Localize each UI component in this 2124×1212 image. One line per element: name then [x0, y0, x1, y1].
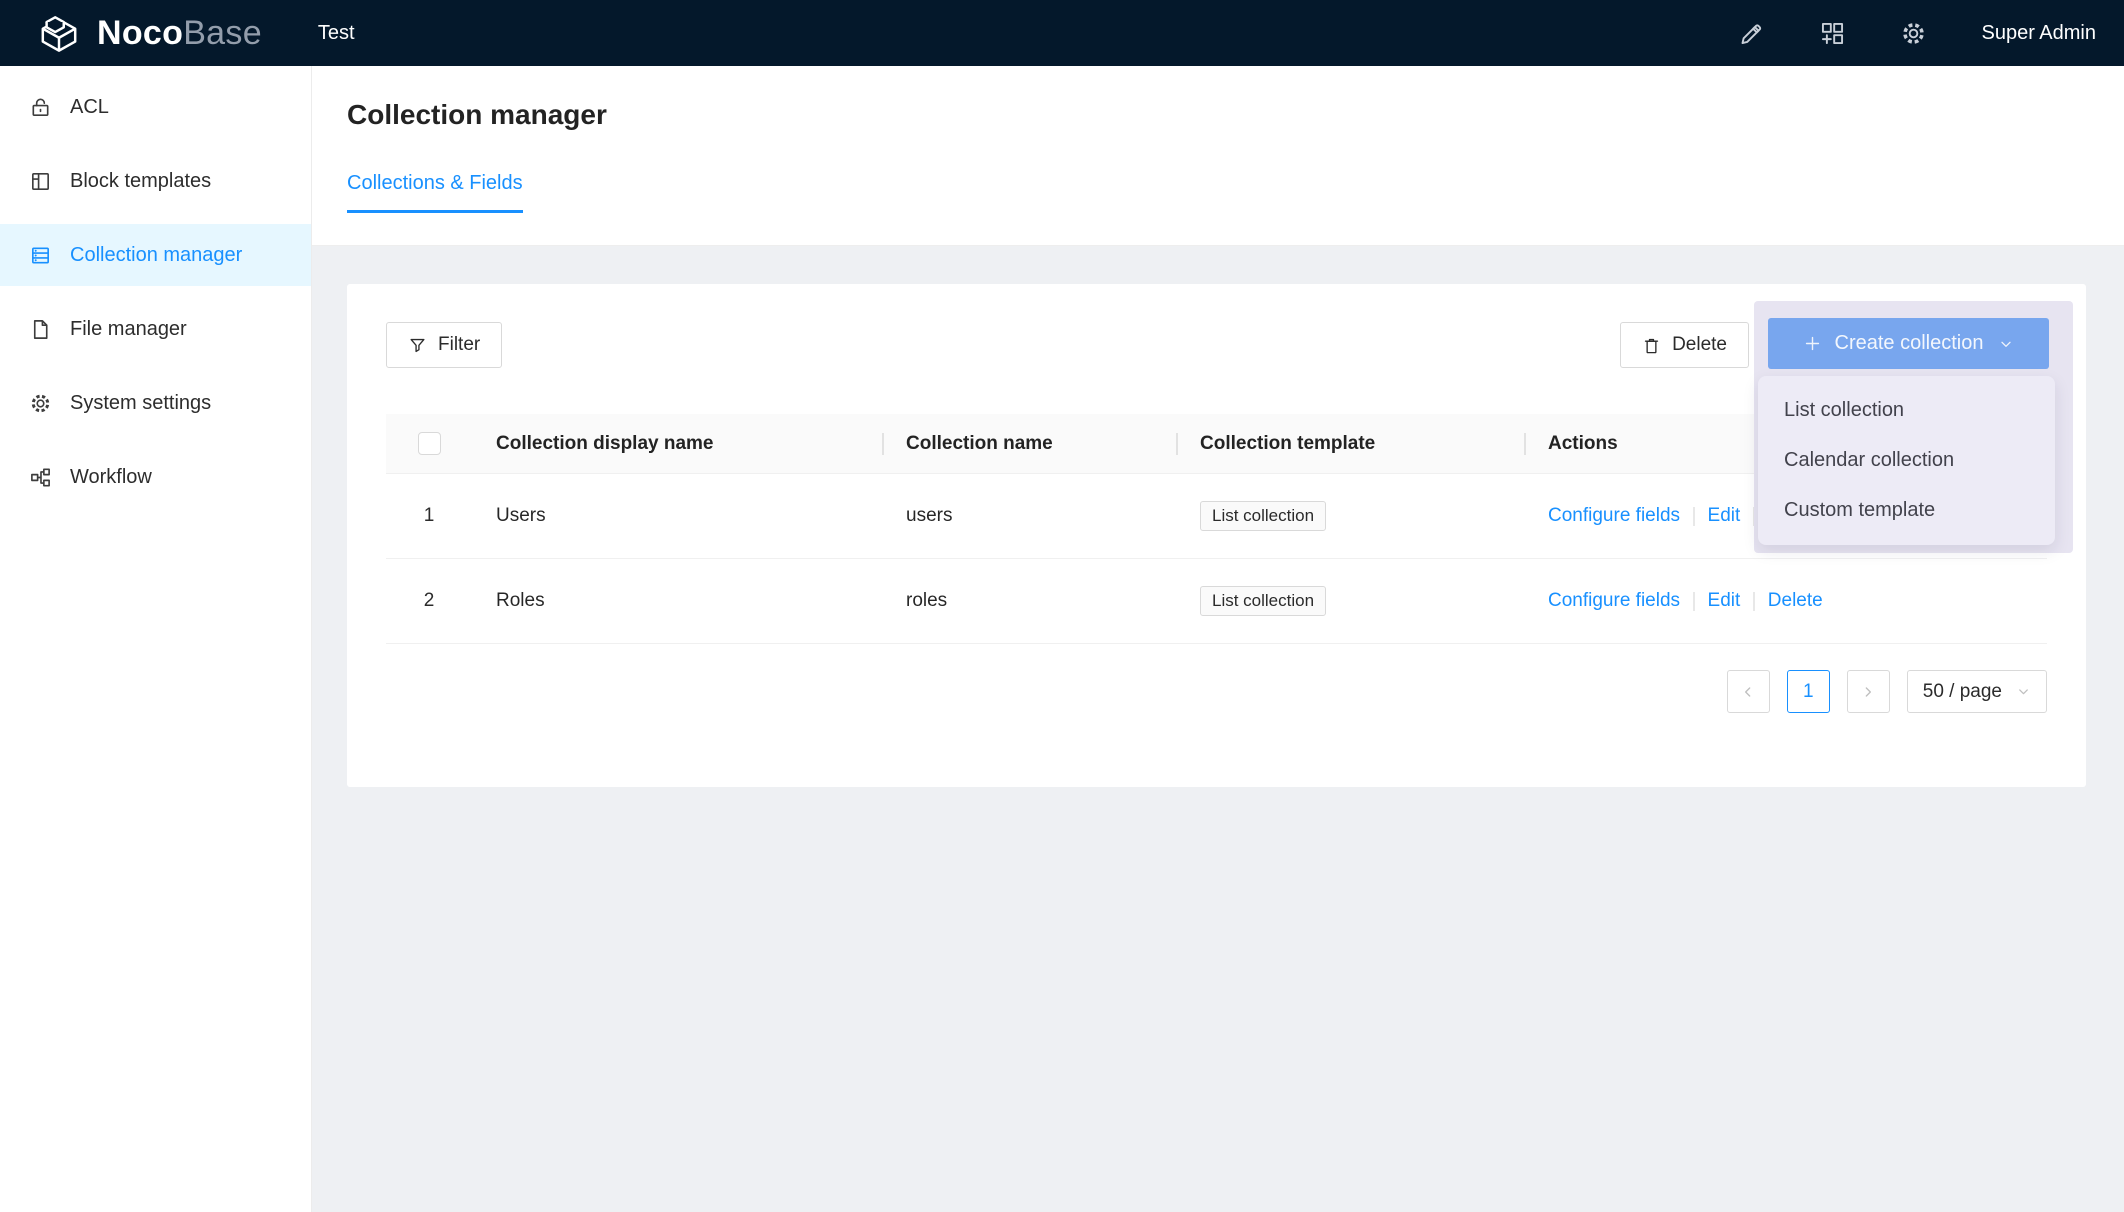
- create-collection-label: Create collection: [1835, 332, 1984, 355]
- trash-icon: [1642, 336, 1661, 355]
- sidebar-item-acl[interactable]: ACL: [0, 76, 311, 138]
- sidebar-item-label: ACL: [70, 96, 109, 119]
- user-menu[interactable]: Super Admin: [1981, 22, 2096, 45]
- sidebar-item-label: Collection manager: [70, 244, 242, 267]
- chevron-down-icon: [2016, 684, 2031, 699]
- chevron-down-icon: [1998, 336, 2014, 352]
- top-navbar: NocoBase Test: [0, 0, 2124, 66]
- create-collection-menu: List collection Calendar collection Cust…: [1758, 376, 2055, 545]
- filter-button[interactable]: Filter: [386, 322, 502, 368]
- cell-collection-name: users: [882, 505, 1176, 527]
- cell-collection-name: roles: [882, 590, 1176, 612]
- row-index: 1: [386, 505, 472, 527]
- page-header: Collection manager Collections & Fields: [312, 66, 2124, 246]
- plus-icon: [1803, 334, 1822, 353]
- cell-display-name: Roles: [472, 590, 882, 612]
- select-all-checkbox[interactable]: [418, 432, 441, 455]
- configure-fields-link[interactable]: Configure fields: [1548, 505, 1680, 527]
- chevron-left-icon: [1740, 684, 1756, 700]
- settings-gear-icon[interactable]: [1900, 20, 1927, 47]
- brand[interactable]: NocoBase: [0, 13, 262, 53]
- sidebar-item-file-manager[interactable]: File manager: [0, 298, 311, 360]
- page-title: Collection manager: [347, 99, 2124, 131]
- file-icon: [29, 318, 52, 341]
- highlighter-icon[interactable]: [1738, 20, 1765, 47]
- sidebar-item-collection-manager[interactable]: Collection manager: [0, 224, 311, 286]
- page-size-select[interactable]: 50 / page: [1907, 670, 2047, 713]
- page-size-value: 50 / page: [1923, 681, 2002, 703]
- sidebar-item-block-templates[interactable]: Block templates: [0, 150, 311, 212]
- sidebar-item-label: File manager: [70, 318, 187, 341]
- delete-button[interactable]: Delete: [1620, 322, 1749, 368]
- pagination: 1 50 / page: [386, 670, 2047, 713]
- collection-template-tag: List collection: [1200, 586, 1326, 616]
- action-divider: [1693, 507, 1695, 526]
- row-actions: Configure fields Edit Delete: [1548, 590, 1823, 612]
- collections-icon: [29, 244, 52, 267]
- menu-item-calendar-collection[interactable]: Calendar collection: [1758, 435, 2055, 485]
- create-collection-button[interactable]: Create collection: [1768, 318, 2049, 369]
- column-header-display-name: Collection display name: [472, 433, 882, 455]
- tab-collections-and-fields[interactable]: Collections & Fields: [347, 172, 523, 213]
- filter-icon: [408, 336, 427, 355]
- action-divider: [1693, 592, 1695, 611]
- main-content: Collection manager Collections & Fields …: [312, 66, 2124, 1212]
- configure-fields-link[interactable]: Configure fields: [1548, 590, 1680, 612]
- prev-page-button[interactable]: [1727, 670, 1770, 713]
- gear-icon: [29, 392, 52, 415]
- column-header-name: Collection name: [882, 433, 1176, 455]
- layout-icon: [29, 170, 52, 193]
- column-header-template: Collection template: [1176, 433, 1524, 455]
- menu-item-custom-template[interactable]: Custom template: [1758, 485, 2055, 535]
- sidebar-item-label: Block templates: [70, 170, 211, 193]
- brand-wordmark: NocoBase: [97, 16, 262, 50]
- nocobase-logo-icon: [36, 13, 82, 53]
- tabs-bar: Collections & Fields: [347, 172, 2124, 213]
- sidebar-item-system-settings[interactable]: System settings: [0, 372, 311, 434]
- delete-link[interactable]: Delete: [1768, 590, 1823, 612]
- sidebar-item-workflow[interactable]: Workflow: [0, 446, 311, 508]
- next-page-button[interactable]: [1847, 670, 1890, 713]
- sidebar-item-label: System settings: [70, 392, 211, 415]
- navbar-right: Super Admin: [1738, 20, 2124, 47]
- table-row: 2 Roles roles List collection Configure …: [386, 559, 2047, 644]
- sidebar: ACL Block templates Collection manager F…: [0, 66, 312, 1212]
- nav-item-test[interactable]: Test: [318, 22, 355, 45]
- edit-link[interactable]: Edit: [1708, 590, 1741, 612]
- edit-link[interactable]: Edit: [1708, 505, 1741, 527]
- add-blocks-icon[interactable]: [1819, 20, 1846, 47]
- page-number-button[interactable]: 1: [1787, 670, 1830, 713]
- menu-item-list-collection[interactable]: List collection: [1758, 385, 2055, 435]
- collection-template-tag: List collection: [1200, 501, 1326, 531]
- cell-display-name: Users: [472, 505, 882, 527]
- sidebar-item-label: Workflow: [70, 466, 152, 489]
- action-divider: [1753, 592, 1755, 611]
- row-index: 2: [386, 590, 472, 612]
- create-collection-overlay: Create collection List collection Calend…: [1754, 301, 2073, 553]
- delete-button-label: Delete: [1672, 334, 1727, 356]
- workflow-icon: [29, 466, 52, 489]
- filter-button-label: Filter: [438, 334, 480, 356]
- lock-icon: [29, 96, 52, 119]
- chevron-right-icon: [1860, 684, 1876, 700]
